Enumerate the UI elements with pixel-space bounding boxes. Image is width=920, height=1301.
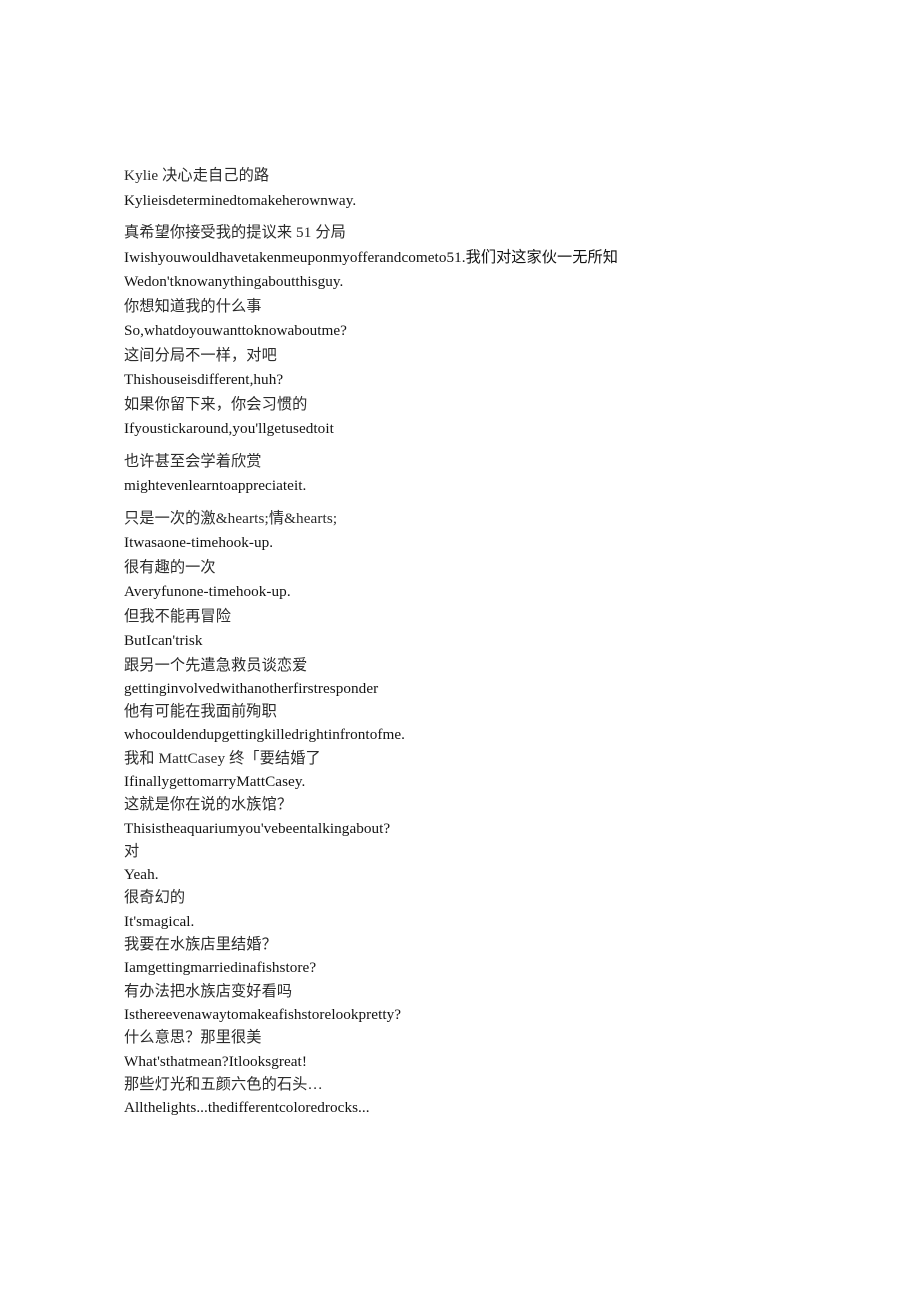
subtitle-line-translation: Ifyoustickaround,you'llgetusedtoit bbox=[124, 420, 334, 437]
subtitle-line-translation: whocouldendupgettingkilledrightinfrontof… bbox=[124, 726, 405, 744]
subtitle-line-translation: Kylieisdeterminedtomakeherownway. bbox=[124, 191, 357, 209]
subtitle-line-translation: Averyfunone-timehook-up. bbox=[124, 583, 291, 600]
subtitle-line-translation: IfinallygettomarryMattCasey. bbox=[124, 772, 306, 790]
subtitle-line-source: 这就是你在说的水族馆？ bbox=[124, 796, 293, 814]
subtitle-block: 有办法把水族店变好看吗 Isthereevenawaytomakeafishst… bbox=[124, 980, 784, 1027]
subtitle-block: Wedon'tknowanythingaboutthisguy. bbox=[124, 270, 784, 295]
subtitle-line-translation: Allthelights...thedifferentcoloredrocks.… bbox=[124, 1099, 370, 1117]
subtitle-line-source: 你想知道我的什么事 bbox=[124, 297, 262, 315]
subtitle-block: 但我不能再冒险 ButIcan'trisk bbox=[124, 605, 784, 654]
subtitle-line-translation: So,whatdoyouwanttoknowaboutme? bbox=[124, 322, 347, 339]
subtitle-line-source: 他有可能在我面前殉职 bbox=[124, 703, 277, 721]
subtitle-line-translation: mightevenlearntoappreciateit. bbox=[124, 477, 307, 494]
subtitle-block: 这间分局不一样，对吧 Thishouseisdifferent,huh? bbox=[124, 344, 784, 393]
subtitle-block: 只是一次的激&hearts;情&hearts; Itwasaone-timeho… bbox=[124, 507, 784, 556]
subtitle-block: 很有趣的一次 Averyfunone-timehook-up. bbox=[124, 556, 784, 605]
subtitle-block: 他有可能在我面前殉职 whocouldendupgettingkilledrig… bbox=[124, 700, 784, 747]
subtitle-line-source: 对 bbox=[124, 842, 140, 860]
subtitle-block: 对 Yeah. bbox=[124, 840, 784, 887]
subtitle-block: 我要在水族店里结婚？ Iamgettingmarriedinafishstore… bbox=[124, 933, 784, 980]
subtitle-line-source: 我要在水族店里结婚？ bbox=[124, 936, 277, 954]
subtitle-block: Kylie 决心走自己的路 Kylieisdeterminedtomakeher… bbox=[124, 164, 784, 213]
subtitle-dense-run: 跟另一个先遣急救员谈恋爱 gettinginvolvedwithanotherf… bbox=[124, 654, 784, 1120]
subtitle-line-source: 那些灯光和五颜六色的石头… bbox=[124, 1075, 323, 1093]
subtitle-line-translation: Iwishyouwouldhavetakenmeuponmyofferandco… bbox=[124, 248, 618, 266]
subtitle-block: 真希望你接受我的提议来 51 分局 Iwishyouwouldhavetaken… bbox=[124, 221, 784, 270]
subtitle-line-source: 也许甚至会学着欣赏 bbox=[124, 452, 262, 470]
subtitle-block: 如果你留下来，你会习惯的 Ifyoustickaround,you'llgetu… bbox=[124, 393, 784, 442]
subtitle-line-translation: What'sthatmean?Itlooksgreat! bbox=[124, 1052, 307, 1070]
subtitle-line-source: 只是一次的激&hearts;情&hearts; bbox=[124, 509, 338, 527]
subtitle-block: 也许甚至会学着欣赏 mightevenlearntoappreciateit. bbox=[124, 450, 784, 499]
subtitle-line-translation: Yeah. bbox=[124, 866, 159, 884]
subtitle-line-source: 很奇幻的 bbox=[124, 889, 186, 907]
subtitle-line-source: 如果你留下来，你会习惯的 bbox=[124, 395, 308, 413]
subtitle-line-translation: Isthereevenawaytomakeafishstorelookprett… bbox=[124, 1005, 402, 1023]
subtitle-line-translation: Thisistheaquariumyou'vebeentalkingabout? bbox=[124, 819, 391, 837]
subtitle-line-source: 跟另一个先遣急救员谈恋爱 bbox=[124, 656, 308, 674]
subtitle-line-source: 但我不能再冒险 bbox=[124, 607, 232, 625]
subtitle-block: 那些灯光和五颜六色的石头… Allthelights...thedifferen… bbox=[124, 1073, 784, 1120]
subtitle-block: 这就是你在说的水族馆？ Thisistheaquariumyou'vebeent… bbox=[124, 793, 784, 840]
subtitle-line-translation: ButIcan'trisk bbox=[124, 632, 203, 649]
subtitle-block: 什么意思？那里很美 What'sthatmean?Itlooksgreat! bbox=[124, 1026, 784, 1073]
subtitle-line-source: Kylie 决心走自己的路 bbox=[124, 167, 270, 184]
subtitle-line-source: 有办法把水族店变好看吗 bbox=[124, 982, 293, 1000]
subtitle-line-translation: Thishouseisdifferent,huh? bbox=[124, 371, 284, 388]
document-page: Kylie 决心走自己的路 Kylieisdeterminedtomakeher… bbox=[0, 0, 920, 1301]
subtitle-line-translation: Wedon'tknowanythingaboutthisguy. bbox=[124, 273, 344, 290]
subtitle-line-translation: It'smagical. bbox=[124, 912, 195, 930]
subtitle-line-translation: gettinginvolvedwithanotherfirstresponder bbox=[124, 679, 379, 697]
subtitle-line-translation: Iamgettingmarriedinafishstore? bbox=[124, 959, 317, 977]
subtitle-block: 跟另一个先遣急救员谈恋爱 gettinginvolvedwithanotherf… bbox=[124, 654, 784, 701]
subtitle-transcript-body: Kylie 决心走自己的路 Kylieisdeterminedtomakeher… bbox=[124, 164, 784, 1119]
subtitle-line-source: 这间分局不一样，对吧 bbox=[124, 346, 277, 364]
subtitle-block: 你想知道我的什么事 So,whatdoyouwanttoknowaboutme? bbox=[124, 295, 784, 344]
subtitle-line-translation: Itwasaone-timehook-up. bbox=[124, 534, 274, 551]
subtitle-block: 很奇幻的 It'smagical. bbox=[124, 886, 784, 933]
subtitle-line-source: 真希望你接受我的提议来 51 分局 bbox=[124, 224, 346, 241]
subtitle-line-source: 我和 MattCasey 终「要结婚了 bbox=[124, 749, 321, 767]
subtitle-line-source: 很有趣的一次 bbox=[124, 558, 216, 576]
subtitle-line-source: 什么意思？那里很美 bbox=[124, 1029, 262, 1047]
subtitle-block: 我和 MattCasey 终「要结婚了 IfinallygettomarryMa… bbox=[124, 747, 784, 794]
